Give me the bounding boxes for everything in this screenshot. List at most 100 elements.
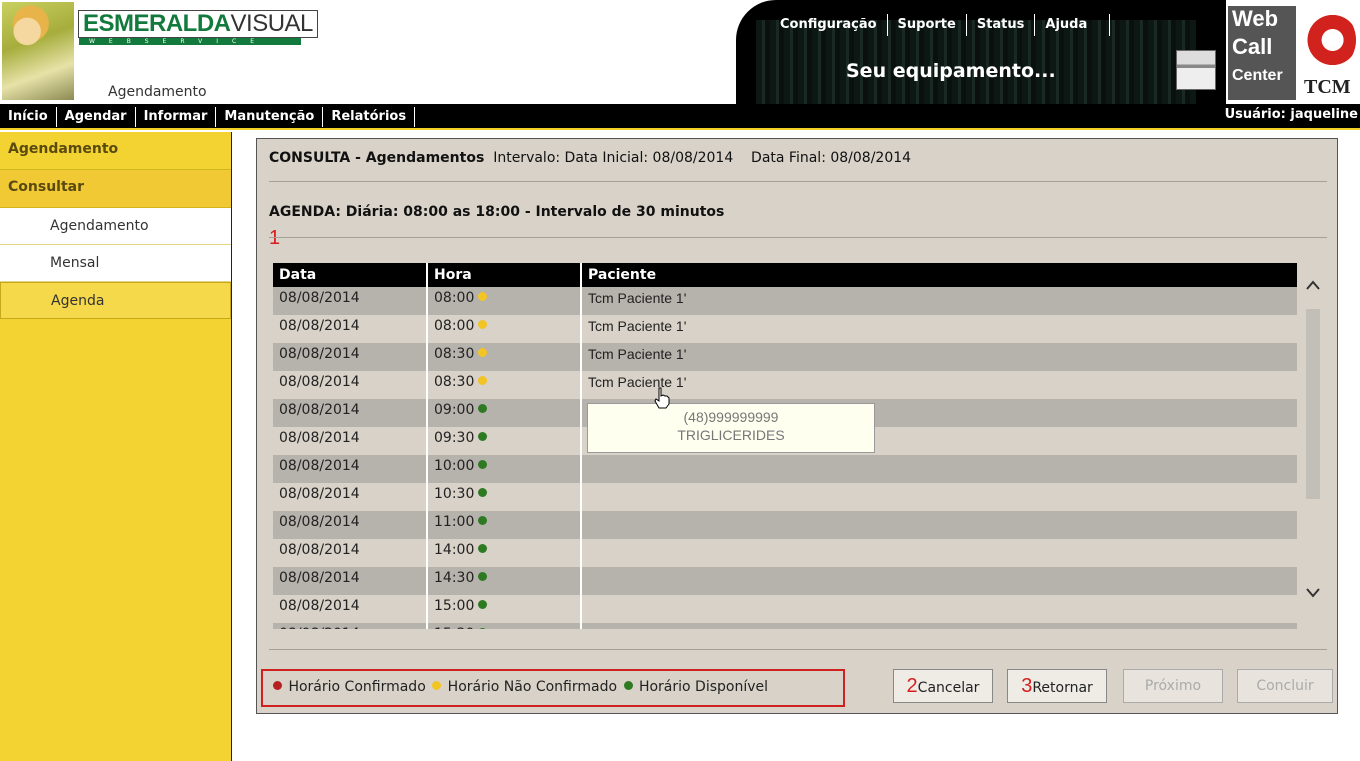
col-header-hora[interactable]: Hora [427, 263, 582, 287]
cell-patient[interactable] [581, 455, 1297, 483]
finish-button-label: Concluir [1256, 678, 1314, 694]
cell-patient[interactable] [581, 511, 1297, 539]
cell-time: 10:00 [427, 455, 582, 483]
cell-time: 08:30 [427, 343, 582, 371]
cell-time: 10:30 [427, 483, 582, 511]
cell-time-text: 10:30 [434, 486, 475, 502]
cell-time-text: 10:00 [434, 458, 475, 474]
table-row[interactable]: 08/08/2014 08:30 Tcm Paciente 1' [273, 371, 1297, 399]
brand-logo[interactable]: ESMERALDAVISUAL [78, 10, 318, 38]
table-row[interactable]: 08/08/2014 08:00 Tcm Paciente 1' [273, 287, 1297, 315]
tooltip-exam: TRIGLICERIDES [677, 427, 785, 443]
sidebar-item-agenda[interactable]: Agenda [0, 282, 231, 319]
cell-date: 08/08/2014 [273, 595, 428, 623]
back-button-label: Retornar [1032, 680, 1093, 696]
page-title-end: Data Final: 08/08/2014 [751, 150, 912, 166]
cell-time-text: 09:30 [434, 430, 475, 446]
status-dot-icon [478, 348, 488, 357]
page-title-range: Intervalo: Data Inicial: 08/08/2014 [493, 150, 734, 166]
status-dot-icon [273, 681, 282, 690]
menu-bar: Início Agendar Informar Manutenção Relat… [0, 104, 1360, 130]
col-header-data[interactable]: Data [273, 263, 428, 287]
table-row[interactable]: 08/08/2014 15:30 [273, 623, 1297, 629]
device-icon [1176, 50, 1216, 90]
cell-time: 15:00 [427, 595, 582, 623]
agenda-title: AGENDA: Diária: 08:00 as 18:00 - Interva… [269, 204, 725, 220]
cell-patient[interactable]: Tcm Paciente 1' [581, 287, 1297, 315]
webcall-web: Web [1232, 6, 1279, 31]
sidebar: Agendamento Consultar Agendamento Mensal… [0, 132, 232, 761]
next-button[interactable]: Próximo [1123, 669, 1223, 703]
table-row[interactable]: 08/08/2014 08:30 Tcm Paciente 1' [273, 343, 1297, 371]
cell-date: 08/08/2014 [273, 483, 428, 511]
menu-agendar[interactable]: Agendar [57, 107, 136, 127]
menu-manutencao[interactable]: Manutenção [216, 107, 324, 127]
cell-date: 08/08/2014 [273, 623, 428, 629]
section-label: Agendamento [108, 84, 207, 100]
top-nav: Configuração Suporte Status Ajuda [770, 14, 1111, 36]
table-row[interactable]: 08/08/2014 08:00 Tcm Paciente 1' [273, 315, 1297, 343]
cell-time: 11:00 [427, 511, 582, 539]
scroll-thumb[interactable] [1306, 309, 1320, 499]
table-row[interactable]: 08/08/2014 15:00 [273, 595, 1297, 623]
status-dot-icon [478, 460, 488, 469]
table-row[interactable]: 08/08/2014 11:00 [273, 511, 1297, 539]
cell-patient[interactable] [581, 623, 1297, 629]
menu-inicio[interactable]: Início [0, 107, 57, 127]
status-dot-icon [478, 516, 488, 525]
cell-patient[interactable] [581, 483, 1297, 511]
cell-date: 08/08/2014 [273, 315, 428, 343]
status-dot-icon [432, 681, 442, 690]
cell-patient[interactable]: Tcm Paciente 1' [581, 343, 1297, 371]
cell-time-text: 09:00 [434, 402, 475, 418]
slogan: Seu equipamento... [846, 60, 1056, 82]
cell-date: 08/08/2014 [273, 399, 428, 427]
top-link-configuracao[interactable]: Configuração [770, 14, 888, 36]
top-link-status[interactable]: Status [967, 14, 1036, 36]
table-scrollbar[interactable] [1298, 263, 1328, 629]
top-link-suporte[interactable]: Suporte [888, 14, 967, 36]
status-dot-icon [478, 376, 488, 385]
back-button[interactable]: 3Retornar [1007, 669, 1107, 703]
chevron-up-icon[interactable] [1306, 275, 1320, 294]
webcall-logo: Web Call Center [1228, 6, 1296, 100]
cell-patient[interactable] [581, 567, 1297, 595]
cell-patient[interactable] [581, 595, 1297, 623]
cursor-hand-icon [653, 387, 670, 409]
cell-date: 08/08/2014 [273, 539, 428, 567]
menu-informar[interactable]: Informar [136, 107, 217, 127]
col-header-paciente[interactable]: Paciente [581, 263, 1297, 287]
tooltip-phone: (48)999999999 [683, 409, 779, 425]
cell-time-text: 15:30 [434, 626, 474, 629]
chevron-down-icon[interactable] [1306, 583, 1320, 602]
marker-1: 1 [269, 227, 281, 249]
sidebar-head-consultar[interactable]: Consultar [0, 170, 231, 208]
brand-name-green: ESMERALDA [83, 10, 231, 37]
table-row[interactable]: 08/08/2014 14:30 [273, 567, 1297, 595]
cell-date: 08/08/2014 [273, 371, 428, 399]
table-row[interactable]: 08/08/2014 10:30 [273, 483, 1297, 511]
divider [269, 237, 1327, 238]
top-link-ajuda[interactable]: Ajuda [1035, 14, 1111, 36]
tcm-text: TCM [1304, 76, 1351, 98]
webcall-center: Center [1232, 67, 1283, 84]
legend-confirmed: Horário Confirmado [288, 679, 426, 695]
cell-patient[interactable]: Tcm Paciente 1' [581, 315, 1297, 343]
table-row[interactable]: 08/08/2014 14:00 [273, 539, 1297, 567]
finish-button[interactable]: Concluir [1237, 669, 1333, 703]
cell-patient[interactable] [581, 539, 1297, 567]
sidebar-head-agendamento[interactable]: Agendamento [0, 132, 231, 170]
cancel-button[interactable]: 2Cancelar [893, 669, 993, 703]
cell-patient[interactable]: Tcm Paciente 1' [581, 371, 1297, 399]
user-label: Usuário: jaqueline [1224, 107, 1358, 122]
status-dot-icon [623, 681, 633, 690]
sidebar-item-mensal[interactable]: Mensal [0, 245, 231, 282]
menu-relatorios[interactable]: Relatórios [323, 107, 416, 127]
cell-time-text: 08:00 [434, 290, 475, 306]
sidebar-item-agendamento[interactable]: Agendamento [0, 208, 231, 245]
status-dot-icon [478, 544, 488, 553]
status-dot-icon [478, 404, 488, 413]
cell-date: 08/08/2014 [273, 343, 428, 371]
table-row[interactable]: 08/08/2014 10:00 [273, 455, 1297, 483]
status-dot-icon [478, 628, 488, 629]
